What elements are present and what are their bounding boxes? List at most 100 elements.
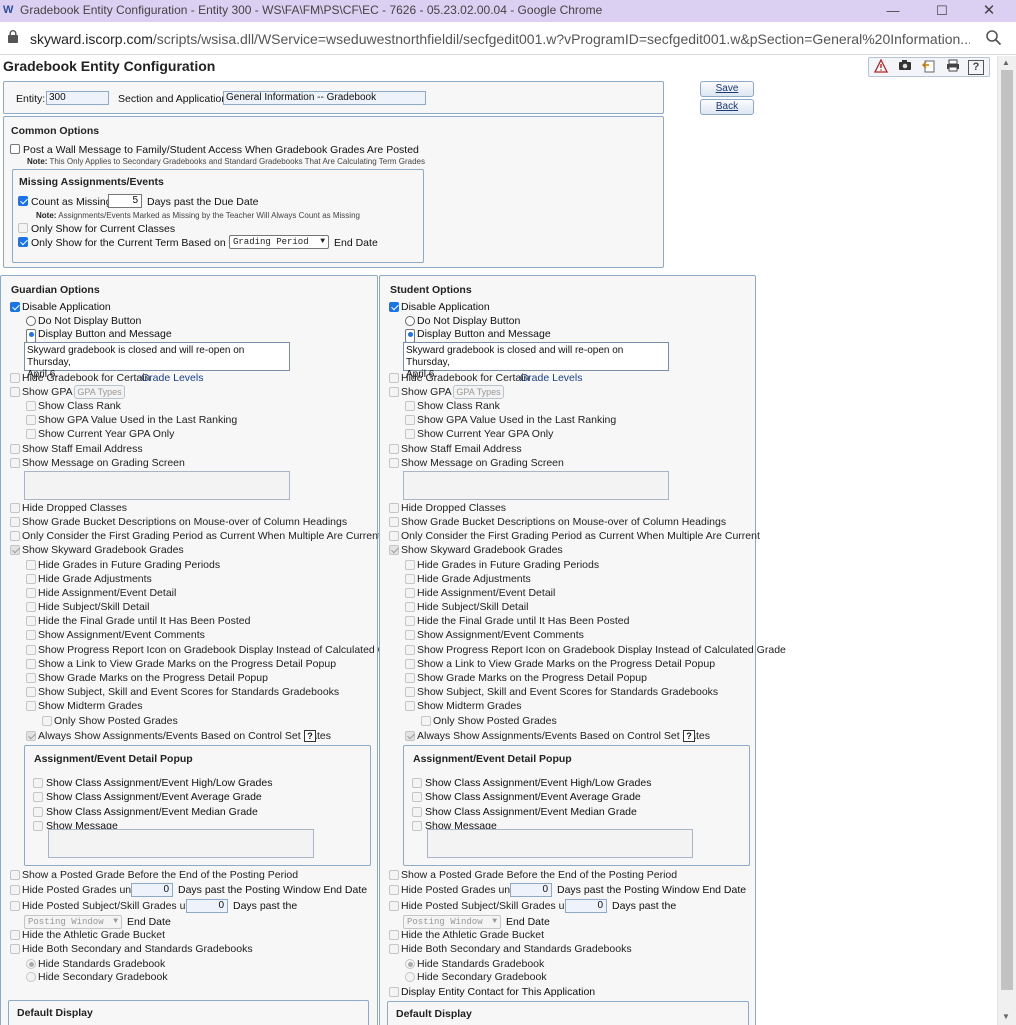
hide-final-grade-checkbox[interactable] xyxy=(405,616,415,626)
show-progress-icon-checkbox[interactable] xyxy=(26,645,36,655)
hide-both-checkbox[interactable] xyxy=(10,944,20,954)
disable-application-checkbox[interactable] xyxy=(10,302,20,312)
minimize-icon[interactable]: — xyxy=(878,1,908,21)
hide-athletic-checkbox[interactable] xyxy=(10,930,20,940)
posting-window-select[interactable]: Posting Window ▼ xyxy=(403,915,501,929)
show-gpa-ranking-checkbox[interactable] xyxy=(405,415,415,425)
hide-gradebook-checkbox[interactable] xyxy=(389,373,399,383)
hide-subject-until-checkbox[interactable] xyxy=(389,901,399,911)
hide-subject-days-field[interactable]: 0 xyxy=(186,899,228,913)
hide-subject-days-field[interactable]: 0 xyxy=(565,899,607,913)
display-button-message-radio[interactable] xyxy=(405,329,415,343)
print-icon[interactable] xyxy=(944,59,962,76)
vertical-scrollbar[interactable]: ▲ ▼ xyxy=(997,56,1016,1025)
hide-final-grade-checkbox[interactable] xyxy=(26,616,36,626)
zoom-icon[interactable] xyxy=(985,29,1003,47)
show-link-marks-checkbox[interactable] xyxy=(405,659,415,669)
hide-posted-until-checkbox[interactable] xyxy=(389,885,399,895)
display-button-message-radio[interactable] xyxy=(26,329,36,343)
scroll-down-icon[interactable]: ▼ xyxy=(1002,1012,1010,1021)
camera-icon[interactable] xyxy=(896,59,914,76)
show-class-rank-checkbox[interactable] xyxy=(405,401,415,411)
show-gpa-checkbox[interactable] xyxy=(389,387,399,397)
hide-secondary-radio[interactable] xyxy=(26,972,36,982)
show-current-gpa-checkbox[interactable] xyxy=(405,429,415,439)
show-current-gpa-checkbox[interactable] xyxy=(26,429,36,439)
grade-levels-link[interactable]: Grade Levels xyxy=(141,372,203,384)
current-term-checkbox[interactable] xyxy=(18,237,28,247)
help-icon[interactable]: ? xyxy=(968,60,984,75)
always-show-checkbox[interactable] xyxy=(26,731,36,741)
hide-standards-radio[interactable] xyxy=(405,959,415,969)
save-button[interactable]: Save xyxy=(700,81,754,97)
posted-before-checkbox[interactable] xyxy=(10,870,20,880)
first-grading-period-checkbox[interactable] xyxy=(10,531,20,541)
hide-future-grades-checkbox[interactable] xyxy=(405,560,415,570)
hide-subject-detail-checkbox[interactable] xyxy=(26,602,36,612)
first-grading-period-checkbox[interactable] xyxy=(389,531,399,541)
show-message-grading-checkbox[interactable] xyxy=(389,458,399,468)
hide-subject-detail-checkbox[interactable] xyxy=(405,602,415,612)
popup-average-checkbox[interactable] xyxy=(33,792,43,802)
grading-message-text[interactable] xyxy=(403,471,669,500)
popup-message-checkbox[interactable] xyxy=(33,821,43,831)
help-icon[interactable]: ? xyxy=(683,730,695,742)
entity-contact-checkbox[interactable] xyxy=(389,987,399,997)
grading-period-select[interactable]: Grading Period ▼ xyxy=(229,235,329,249)
grading-message-text[interactable] xyxy=(24,471,290,500)
message-text[interactable]: Skyward gradebook is closed and will re-… xyxy=(24,342,290,380)
popup-message-checkbox[interactable] xyxy=(412,821,422,831)
count-missing-checkbox[interactable] xyxy=(18,196,28,206)
scrollbar-thumb[interactable] xyxy=(1001,70,1013,990)
popup-highlow-checkbox[interactable] xyxy=(412,778,422,788)
show-midterm-checkbox[interactable] xyxy=(26,701,36,711)
popup-average-checkbox[interactable] xyxy=(412,792,422,802)
hide-posted-days-field[interactable]: 0 xyxy=(131,883,173,897)
show-class-rank-checkbox[interactable] xyxy=(26,401,36,411)
wall-message-checkbox[interactable] xyxy=(10,144,20,154)
show-subject-scores-checkbox[interactable] xyxy=(405,687,415,697)
address-bar[interactable]: skyward.iscorp.com/scripts/wsisa.dll/WSe… xyxy=(0,22,1016,55)
gpa-types-button[interactable]: GPA Types xyxy=(453,385,504,399)
hide-assignment-detail-checkbox[interactable] xyxy=(26,588,36,598)
hide-posted-until-checkbox[interactable] xyxy=(10,885,20,895)
hide-future-grades-checkbox[interactable] xyxy=(26,560,36,570)
hide-athletic-checkbox[interactable] xyxy=(389,930,399,940)
popup-message-text[interactable] xyxy=(48,829,314,858)
show-link-marks-checkbox[interactable] xyxy=(26,659,36,669)
help-icon[interactable]: ? xyxy=(304,730,316,742)
posting-window-select[interactable]: Posting Window ▼ xyxy=(24,915,122,929)
hide-subject-until-checkbox[interactable] xyxy=(10,901,20,911)
alert-icon[interactable] xyxy=(872,58,890,76)
hide-posted-days-field[interactable]: 0 xyxy=(510,883,552,897)
bucket-descriptions-checkbox[interactable] xyxy=(389,517,399,527)
show-skyward-grades-checkbox[interactable] xyxy=(389,545,399,555)
disable-application-checkbox[interactable] xyxy=(389,302,399,312)
section-field[interactable]: General Information -- Gradebook xyxy=(223,91,426,105)
hide-gradebook-checkbox[interactable] xyxy=(10,373,20,383)
url-text[interactable]: skyward.iscorp.com/scripts/wsisa.dll/WSe… xyxy=(30,31,970,47)
gpa-types-button[interactable]: GPA Types xyxy=(74,385,125,399)
show-grade-marks-checkbox[interactable] xyxy=(26,673,36,683)
hide-secondary-radio[interactable] xyxy=(405,972,415,982)
always-show-checkbox[interactable] xyxy=(405,731,415,741)
popup-message-text[interactable] xyxy=(427,829,693,858)
show-gpa-ranking-checkbox[interactable] xyxy=(26,415,36,425)
show-progress-icon-checkbox[interactable] xyxy=(405,645,415,655)
only-posted-checkbox[interactable] xyxy=(42,716,52,726)
hide-both-checkbox[interactable] xyxy=(389,944,399,954)
close-icon[interactable]: ✕ xyxy=(974,1,1004,21)
only-posted-checkbox[interactable] xyxy=(421,716,431,726)
export-icon[interactable] xyxy=(920,59,938,76)
hide-standards-radio[interactable] xyxy=(26,959,36,969)
hide-adjustments-checkbox[interactable] xyxy=(26,574,36,584)
show-comments-checkbox[interactable] xyxy=(26,630,36,640)
show-staff-email-checkbox[interactable] xyxy=(389,444,399,454)
show-gpa-checkbox[interactable] xyxy=(10,387,20,397)
popup-median-checkbox[interactable] xyxy=(412,807,422,817)
count-missing-days-field[interactable]: 5 xyxy=(108,194,142,208)
bucket-descriptions-checkbox[interactable] xyxy=(10,517,20,527)
show-staff-email-checkbox[interactable] xyxy=(10,444,20,454)
hide-dropped-checkbox[interactable] xyxy=(389,503,399,513)
show-midterm-checkbox[interactable] xyxy=(405,701,415,711)
